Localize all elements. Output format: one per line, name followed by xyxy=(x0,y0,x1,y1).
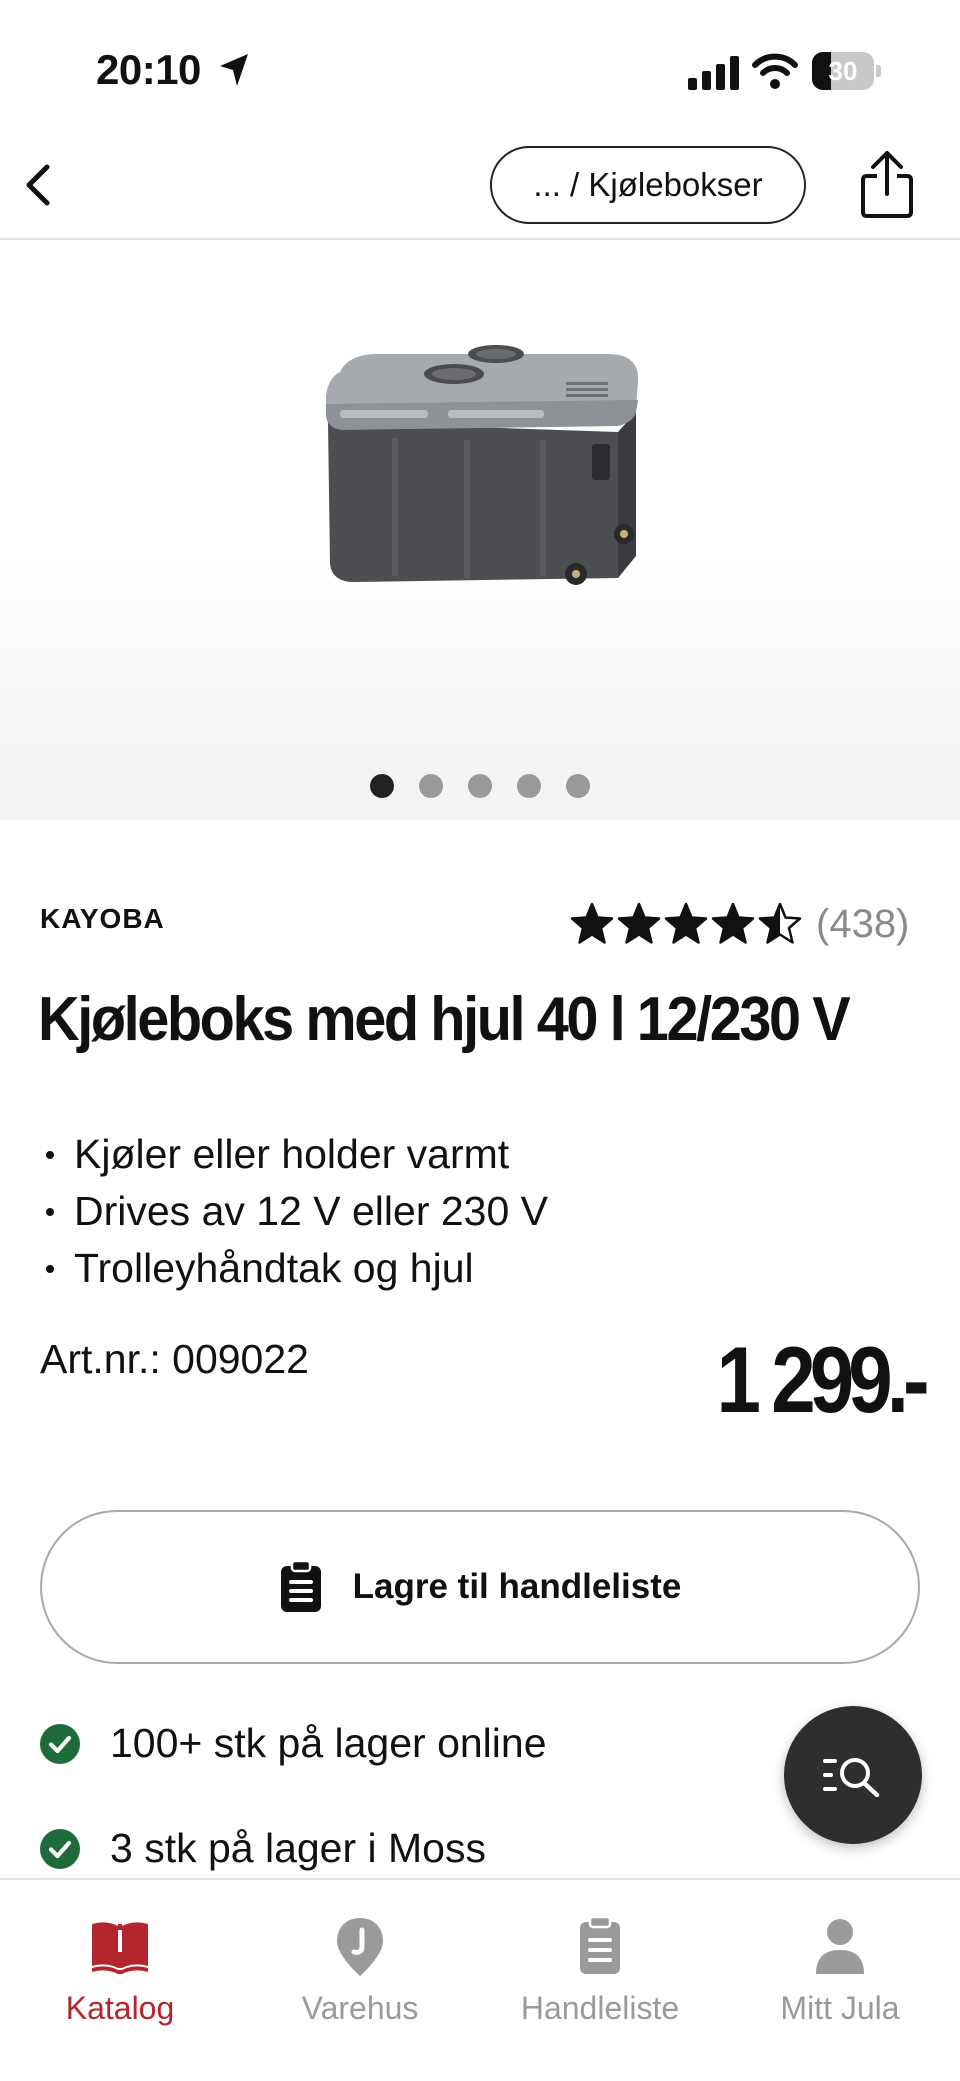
gallery-dot[interactable] xyxy=(566,774,590,798)
chevron-left-icon xyxy=(26,164,50,206)
user-icon xyxy=(816,1919,864,1974)
search-list-icon xyxy=(823,1758,880,1797)
brand-logo: KAYOBA xyxy=(40,903,165,934)
product-title: Kjøleboks med hjul 40 l 12/230 V xyxy=(38,985,851,1054)
gallery-dot[interactable] xyxy=(419,774,443,798)
star-full-icon xyxy=(711,902,755,944)
svg-text:KAYOBA: KAYOBA xyxy=(40,903,165,934)
article-number: Art.nr.: 009022 xyxy=(40,1336,309,1382)
star-full-icon xyxy=(617,902,661,944)
stock-store-text: 3 stk på lager i Moss xyxy=(110,1825,486,1871)
star-half-icon xyxy=(758,902,802,944)
rating-stars xyxy=(570,902,802,946)
star-full-icon xyxy=(570,902,614,944)
tab-bar: Katalog Varehus Handleliste Mitt Jula xyxy=(0,1878,960,2081)
price: 1 299.- xyxy=(716,1327,930,1432)
battery-icon: 30 xyxy=(812,52,881,90)
tab-varehus[interactable]: Varehus xyxy=(240,1880,480,2081)
gallery-dot[interactable] xyxy=(517,774,541,798)
highlight-item: Kjøler eller holder varmt xyxy=(40,1126,548,1183)
clipboard-list-icon xyxy=(280,1560,321,1612)
status-bar: 20:10 30 xyxy=(0,0,960,130)
tab-katalog[interactable]: Katalog xyxy=(0,1880,240,2081)
highlight-item: Drives av 12 V eller 230 V xyxy=(40,1183,548,1240)
location-arrow-icon xyxy=(220,54,248,86)
tab-label: Mitt Jula xyxy=(780,1990,900,2026)
gallery-dot[interactable] xyxy=(370,774,394,798)
stock-online: 100+ stk på lager online xyxy=(40,1720,547,1767)
product-highlights: Kjøler eller holder varmt Drives av 12 V… xyxy=(40,1126,548,1297)
catalog-book-icon xyxy=(92,1922,148,1974)
save-to-shopping-list-button[interactable]: Lagre til handleliste xyxy=(40,1510,920,1664)
check-circle-icon xyxy=(40,1828,80,1869)
share-button[interactable] xyxy=(850,146,924,224)
highlight-item: Trolleyhåndtak og hjul xyxy=(40,1240,548,1297)
search-list-fab[interactable] xyxy=(784,1706,922,1844)
tab-mitt-jula[interactable]: Mitt Jula xyxy=(720,1880,960,2081)
gallery-pagination[interactable] xyxy=(0,774,960,798)
wifi-icon xyxy=(752,53,798,89)
product-gallery[interactable] xyxy=(0,242,960,820)
cellular-signal-icon xyxy=(688,56,739,90)
back-button[interactable] xyxy=(8,152,68,218)
star-full-icon xyxy=(664,902,708,944)
tab-handleliste[interactable]: Handleliste xyxy=(480,1880,720,2081)
breadcrumb[interactable]: ... / Kjølebokser xyxy=(490,146,806,224)
tab-label: Handleliste xyxy=(520,1990,680,2026)
tab-label: Katalog xyxy=(65,1990,175,2026)
clipboard-list-icon xyxy=(580,1915,620,1974)
product-image xyxy=(326,345,639,585)
share-icon xyxy=(861,151,913,218)
tab-label: Varehus xyxy=(301,1990,419,2026)
store-pin-icon xyxy=(337,1918,383,1976)
battery-level: 30 xyxy=(828,56,858,86)
rating-count: (438) xyxy=(816,901,910,946)
gallery-dot[interactable] xyxy=(468,774,492,798)
rating[interactable]: (438) xyxy=(570,896,909,952)
nav-header: ... / Kjølebokser xyxy=(0,130,960,240)
status-time: 20:10 xyxy=(96,46,201,93)
check-circle-icon xyxy=(40,1723,80,1764)
stock-online-text: 100+ stk på lager online xyxy=(110,1720,547,1766)
save-button-label: Lagre til handleliste xyxy=(352,1567,682,1606)
stock-store[interactable]: 3 stk på lager i Moss xyxy=(40,1825,486,1872)
